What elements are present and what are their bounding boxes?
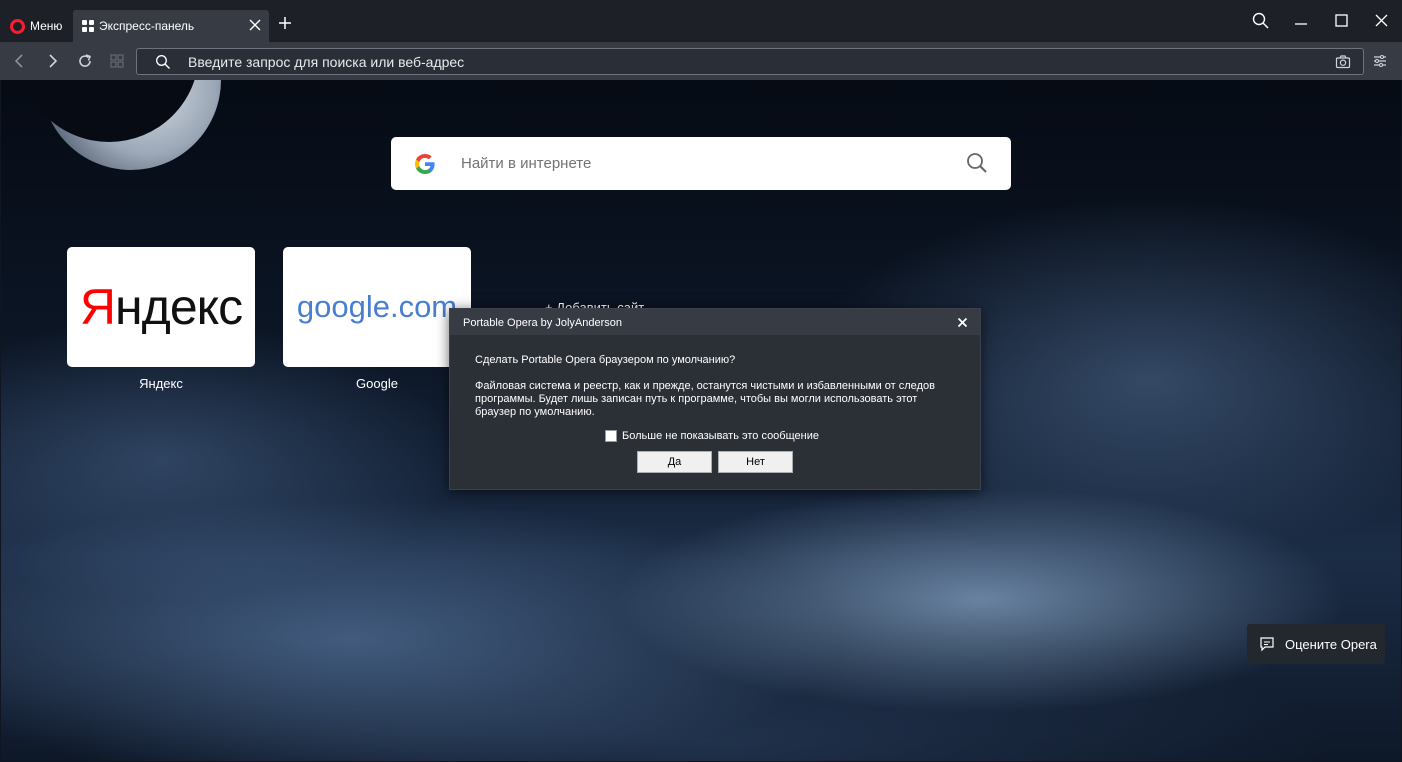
yes-button[interactable]: Да: [637, 451, 712, 473]
tab-speed-dial[interactable]: Экспресс-панель: [73, 10, 269, 42]
dialog-message-line: браузер по умолчанию.: [475, 406, 595, 418]
dialog-title: Portable Opera by JolyAnderson: [463, 317, 622, 329]
rate-opera-label: Оцените Opera: [1285, 636, 1377, 652]
speed-dial-grid-icon[interactable]: [108, 52, 126, 70]
forward-icon[interactable]: [43, 52, 61, 70]
tile-label-yandex[interactable]: Яндекс: [67, 376, 255, 391]
title-bar: Меню Экспресс-панель: [0, 0, 1402, 42]
maximize-icon[interactable]: [1328, 10, 1354, 32]
close-window-icon[interactable]: [1368, 10, 1394, 32]
no-button[interactable]: Нет: [718, 451, 793, 473]
address-bar[interactable]: Введите запрос для поиска или веб-адрес: [136, 48, 1364, 75]
search-icon[interactable]: [965, 151, 989, 175]
default-browser-dialog: Portable Opera by JolyAnderson Сделать P…: [449, 308, 981, 490]
camera-icon[interactable]: [1335, 54, 1351, 70]
navigation-bar: Введите запрос для поиска или веб-адрес: [0, 42, 1402, 80]
feedback-icon: [1260, 637, 1274, 652]
opera-menu-button[interactable]: Меню: [0, 10, 72, 42]
yandex-logo: Яндекс: [79, 279, 243, 335]
opera-logo-icon: [10, 18, 25, 34]
easy-setup-icon[interactable]: [1372, 53, 1388, 69]
tab-close-icon[interactable]: [248, 18, 262, 32]
search-placeholder: Найти в интернете: [461, 155, 592, 172]
search-icon: [156, 55, 170, 69]
dialog-message-line: Файловая система и реестр, как и прежде,…: [475, 380, 935, 392]
back-icon[interactable]: [11, 52, 29, 70]
checkbox-label: Больше не показывать это сообщение: [622, 430, 819, 442]
tile-label-google[interactable]: Google: [283, 376, 471, 391]
search-tabs-icon[interactable]: [1248, 10, 1274, 32]
address-placeholder: Введите запрос для поиска или веб-адрес: [188, 54, 465, 70]
speed-dial-tile-google[interactable]: google.com: [283, 247, 471, 367]
dialog-close-icon[interactable]: [957, 317, 968, 328]
menu-label: Меню: [30, 19, 63, 33]
dont-show-again-checkbox[interactable]: Больше не показывать это сообщение: [605, 430, 819, 442]
speed-dial-icon: [82, 20, 94, 32]
reload-icon[interactable]: [76, 52, 94, 70]
google-logo: google.com: [296, 289, 458, 324]
tab-title: Экспресс-панель: [99, 19, 195, 33]
rate-opera-button[interactable]: Оцените Opera: [1247, 624, 1385, 664]
google-g-icon: [415, 154, 435, 174]
web-search-box[interactable]: Найти в интернете: [391, 137, 1011, 190]
dialog-message-line: программы. Будет лишь записан путь к про…: [475, 393, 918, 405]
new-tab-icon[interactable]: [276, 14, 294, 32]
dialog-title-bar: Portable Opera by JolyAnderson: [450, 309, 980, 335]
minimize-icon[interactable]: [1288, 10, 1314, 32]
speed-dial-tile-yandex[interactable]: Яндекс: [67, 247, 255, 367]
dialog-message: Файловая система и реестр, как и прежде,…: [475, 380, 955, 419]
dialog-question: Сделать Portable Opera браузером по умол…: [475, 354, 736, 366]
checkbox-box[interactable]: [605, 430, 617, 442]
